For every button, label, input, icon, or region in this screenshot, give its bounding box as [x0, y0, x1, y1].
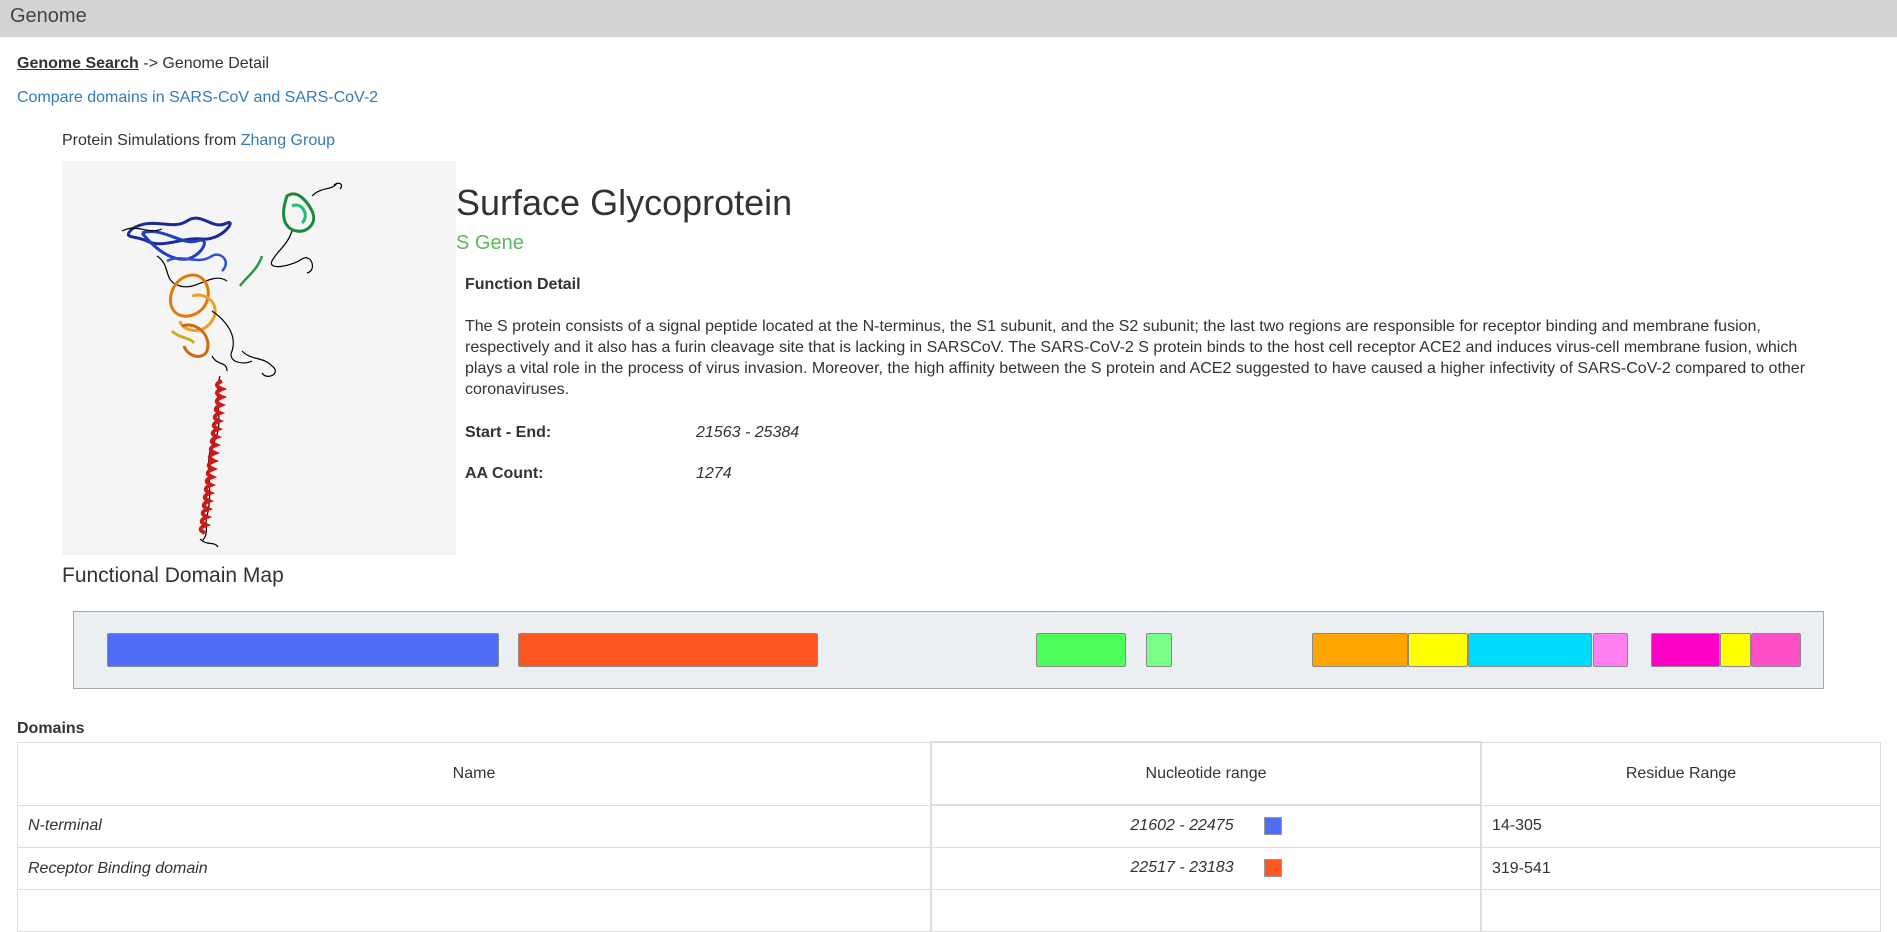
zhang-group-link[interactable]: Zhang Group [241, 132, 335, 149]
breadcrumb-separator: -> [138, 55, 163, 72]
table-row[interactable]: N-terminal 21602 - 22475 14-305 [17, 804, 1881, 848]
table-row[interactable] [17, 889, 1881, 932]
nucleotide-range: 22517 - 23183 [1130, 859, 1234, 877]
domain-map-segment[interactable] [1468, 633, 1593, 667]
domain-map-segment[interactable] [1651, 633, 1721, 667]
nucleotide-range-cell: 22517 - 23183 [930, 847, 1482, 890]
domain-map-segment[interactable] [1036, 633, 1126, 667]
domain-map-segment[interactable] [1311, 633, 1408, 667]
gene-title: Surface Glycoprotein [456, 182, 793, 223]
column-header-residue-range[interactable]: Residue Range [1480, 741, 1881, 806]
start-end-label: Start - End: [465, 424, 552, 441]
protein-structure-image [62, 161, 456, 555]
domains-table: Name Nucleotide range Residue Range N-te… [17, 741, 1881, 932]
simulation-caption: Protein Simulations from Zhang Group [62, 132, 335, 150]
breadcrumb-genome-search-link[interactable]: Genome Search [17, 55, 139, 72]
domain-color-swatch [1263, 817, 1282, 836]
residue-range: 319-541 [1480, 847, 1881, 890]
nucleotide-range: 21602 - 22475 [1130, 817, 1234, 835]
nucleotide-range-cell [930, 889, 1482, 932]
function-detail-heading: Function Detail [465, 276, 581, 293]
residue-range: 14-305 [1480, 804, 1881, 848]
domain-name: Receptor Binding domain [17, 847, 932, 890]
domain-map-segment[interactable] [1720, 633, 1751, 667]
column-header-name[interactable]: Name [17, 741, 932, 806]
compare-domains-link[interactable]: Compare domains in SARS-CoV and SARS-CoV… [17, 89, 378, 107]
nucleotide-range-cell: 21602 - 22475 [930, 804, 1482, 848]
column-header-nucleotide-range[interactable]: Nucleotide range [930, 741, 1482, 806]
domain-map-segment[interactable] [518, 633, 818, 667]
app-title: Genome [10, 5, 87, 27]
start-end-value: 21563 - 25384 [696, 424, 800, 441]
breadcrumb-current: Genome Detail [162, 55, 270, 72]
protein-ribbon-illustration [121, 182, 343, 548]
domain-name: N-terminal [17, 804, 932, 848]
residue-range [1480, 889, 1881, 932]
table-row[interactable]: Receptor Binding domain 22517 - 23183 31… [17, 847, 1881, 890]
domain-color-swatch [1263, 859, 1282, 878]
function-detail-text: The S protein consists of a signal pepti… [465, 318, 1806, 398]
domain-map-segment[interactable] [1145, 633, 1172, 667]
breadcrumb: Genome Search -> Genome Detail [17, 55, 269, 73]
domain-map-segment[interactable] [1592, 633, 1628, 667]
functional-domain-map [73, 611, 1824, 689]
functional-domain-map-title: Functional Domain Map [62, 564, 284, 587]
top-bar: Genome [0, 0, 1897, 37]
simulation-caption-prefix: Protein Simulations from [62, 132, 241, 149]
table-header-row: Name Nucleotide range Residue Range [17, 741, 1881, 806]
gene-subtitle: S Gene [456, 232, 524, 254]
domain-map-segment[interactable] [1750, 633, 1801, 667]
domain-name [17, 889, 932, 932]
domain-map-segment[interactable] [1407, 633, 1469, 667]
domains-label: Domains [17, 720, 85, 737]
aa-count-value: 1274 [696, 465, 732, 482]
domain-map-segment[interactable] [106, 633, 500, 667]
aa-count-label: AA Count: [465, 465, 544, 482]
